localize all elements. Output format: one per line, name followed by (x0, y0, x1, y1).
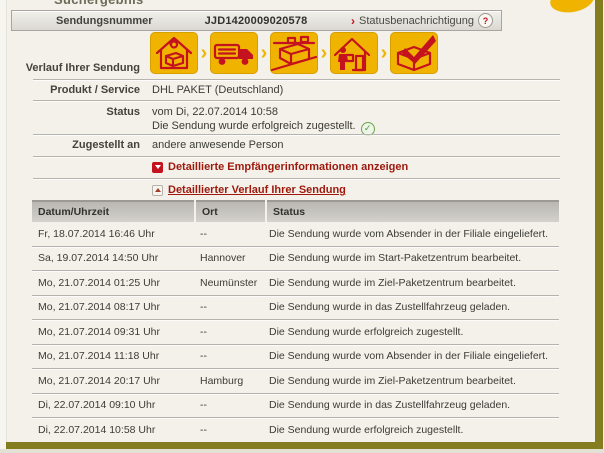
recipient-info-link[interactable]: Detaillierte Empfängerinformationen anze… (152, 161, 408, 173)
page-title: Suchergebnis (54, 0, 144, 7)
status-notification-link[interactable]: Statusbenachrichtigung (359, 15, 474, 27)
cell-status: Die Sendung wurde im Ziel-Paketzentrum b… (269, 276, 516, 289)
table-row: Di, 22.07.2014 09:10 Uhr -- Die Sendung … (32, 394, 559, 418)
cell-status: Die Sendung wurde erfolgreich zugestellt… (269, 325, 464, 338)
column-header-datetime: Datum/Uhrzeit (32, 200, 194, 222)
product-value: DHL PAKET (Deutschland) (152, 84, 284, 96)
cell-status: Die Sendung wurde im Start-Paketzentrum … (269, 252, 522, 265)
step-separator-icon: › (320, 42, 328, 64)
frame-bottom-light (0, 449, 604, 453)
help-icon[interactable]: ? (478, 13, 493, 28)
column-header-status: Status (267, 200, 559, 222)
step-separator-icon: › (200, 42, 208, 64)
delivery-courier-icon (330, 32, 378, 74)
table-row: Fr, 18.07.2014 16:46 Uhr -- Die Sendung … (32, 222, 559, 247)
table-row: Mo, 21.07.2014 11:18 Uhr -- Die Sendung … (32, 345, 559, 369)
chevron-right-icon: › (351, 13, 356, 28)
progress-label: Verlauf Ihrer Sendung (25, 62, 140, 74)
cell-datetime: Mo, 21.07.2014 11:18 Uhr (38, 350, 160, 363)
transport-truck-icon (210, 32, 258, 74)
shipment-number-bar: Sendungsnummer JJD1420009020578 › Status… (11, 10, 502, 31)
divider (33, 178, 560, 179)
recipient-info-link-label[interactable]: Detaillierte Empfängerinformationen anze… (168, 161, 408, 173)
cell-ort: Hamburg (200, 374, 244, 387)
cell-status: Die Sendung wurde in das Zustellfahrzeug… (269, 399, 511, 412)
parcel-center-icon (270, 32, 318, 74)
cell-status: Die Sendung wurde vom Absender in der Fi… (269, 227, 548, 240)
table-row: Di, 22.07.2014 10:58 Uhr -- Die Sendung … (32, 418, 559, 443)
step-separator-icon: › (380, 42, 388, 64)
table-row: Sa, 19.07.2014 14:50 Uhr Hannover Die Se… (32, 247, 559, 271)
cell-ort: Hannover (200, 252, 246, 265)
cell-datetime: Mo, 21.07.2014 09:31 Uhr (38, 325, 161, 338)
cell-datetime: Mo, 21.07.2014 20:17 Uhr (38, 374, 161, 387)
delivered-to-label: Zugestellt an (72, 139, 140, 151)
cell-ort: Neumünster (200, 276, 258, 289)
table-row: Mo, 21.07.2014 08:17 Uhr -- Die Sendung … (32, 296, 559, 320)
status-date: vom Di, 22.07.2014 10:58 (152, 106, 278, 118)
divider (33, 156, 560, 157)
shipment-number-label: Sendungsnummer (56, 14, 153, 27)
collapse-up-icon[interactable] (152, 184, 163, 196)
detailed-history-link-label[interactable]: Detaillierter Verlauf Ihrer Sendung (168, 184, 346, 196)
divider (33, 100, 560, 101)
cell-datetime: Mo, 21.07.2014 01:25 Uhr (38, 276, 161, 289)
expand-down-icon[interactable] (152, 161, 163, 173)
detailed-history-link[interactable]: Detaillierter Verlauf Ihrer Sendung (152, 184, 346, 196)
decorative-yellow-shape (548, 0, 596, 16)
cell-status: Die Sendung wurde in das Zustellfahrzeug… (269, 301, 511, 314)
delivered-check-icon (390, 32, 438, 74)
cell-datetime: Di, 22.07.2014 10:58 Uhr (38, 423, 156, 436)
cell-datetime: Mo, 21.07.2014 08:17 Uhr (38, 301, 161, 314)
frame-bottom (6, 442, 603, 449)
history-table-header: Datum/Uhrzeit Ort Status (32, 200, 559, 222)
cell-ort: -- (200, 325, 207, 338)
cell-status: Die Sendung wurde im Ziel-Paketzentrum b… (269, 374, 516, 387)
cell-datetime: Fr, 18.07.2014 16:46 Uhr (38, 227, 155, 240)
divider (33, 134, 560, 135)
cell-ort: -- (200, 423, 207, 436)
delivered-to-value: andere anwesende Person (152, 139, 284, 151)
dhl-tracking-page: Suchergebnis Sendungsnummer JJD142000902… (0, 0, 604, 453)
frame-right (595, 0, 603, 449)
status-label: Status (106, 106, 140, 118)
cell-ort: -- (200, 350, 207, 363)
table-row: Mo, 21.07.2014 01:25 Uhr Neumünster Die … (32, 271, 559, 296)
cell-ort: -- (200, 227, 207, 240)
table-row: Mo, 21.07.2014 09:31 Uhr -- Die Sendung … (32, 320, 559, 345)
cell-status: Die Sendung wurde erfolgreich zugestellt… (269, 423, 464, 436)
cell-ort: -- (200, 301, 207, 314)
table-row: Mo, 21.07.2014 20:17 Uhr Hamburg Die Sen… (32, 369, 559, 394)
shipment-progress-icons: › › › › (150, 32, 438, 74)
step-separator-icon: › (260, 42, 268, 64)
shipment-number-value: JJD1420009020578 (204, 14, 308, 27)
frame-left (0, 0, 7, 449)
cell-datetime: Di, 22.07.2014 09:10 Uhr (38, 399, 156, 412)
divider (33, 79, 560, 80)
dropoff-house-icon (150, 32, 198, 74)
column-header-ort: Ort (196, 200, 265, 222)
history-table-body: Fr, 18.07.2014 16:46 Uhr -- Die Sendung … (32, 222, 559, 443)
cell-status: Die Sendung wurde vom Absender in der Fi… (269, 350, 548, 363)
cell-ort: -- (200, 399, 207, 412)
status-text-line: Die Sendung wurde erfolgreich zugestellt… (152, 120, 356, 132)
product-label: Produkt / Service (50, 84, 140, 96)
cell-datetime: Sa, 19.07.2014 14:50 Uhr (38, 252, 159, 265)
